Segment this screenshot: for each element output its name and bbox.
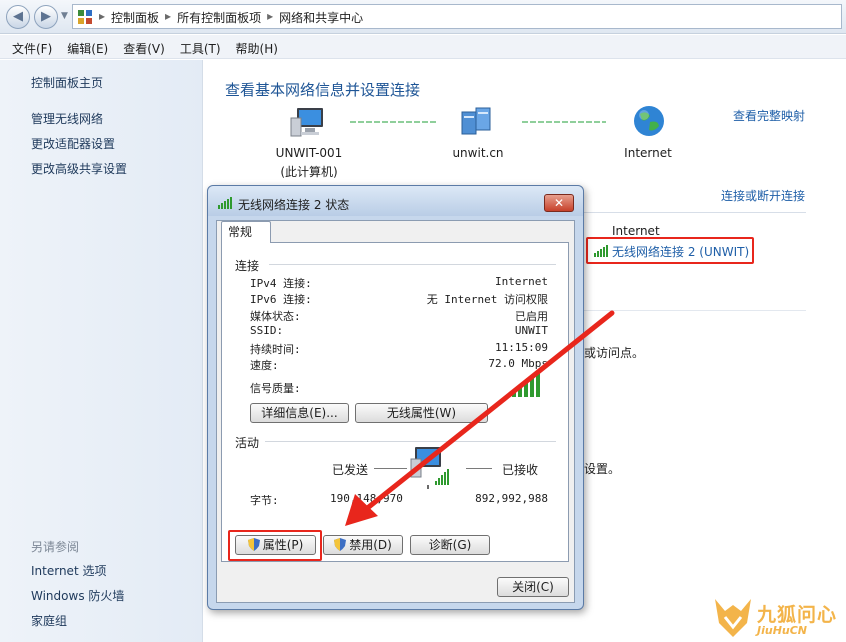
- bytes-label: 字节:: [250, 494, 279, 507]
- connection-group-label: 连接: [235, 259, 260, 273]
- duration-value: 11:15:09: [495, 341, 548, 354]
- activity-group-label: 活动: [235, 436, 260, 450]
- details-button[interactable]: 详细信息(E)...: [250, 403, 349, 423]
- menu-file[interactable]: 文件(F): [4, 35, 59, 58]
- network-link-line: [350, 121, 436, 123]
- ssid-value: UNWIT: [514, 324, 548, 337]
- address-bar: ◀ ▶ ▼ ▸ 控制面板 ▸ 所有控制面板项 ▸ 网络和共享中心: [0, 0, 846, 34]
- node-internet-name: Internet: [624, 146, 672, 160]
- disable-button-label: 禁用(D): [349, 538, 392, 552]
- control-panel-icon: [78, 10, 92, 24]
- connect-disconnect-link[interactable]: 连接或断开连接: [721, 187, 805, 204]
- address-field[interactable]: ▸ 控制面板 ▸ 所有控制面板项 ▸ 网络和共享中心: [72, 4, 842, 29]
- ssid-label: SSID:: [250, 324, 284, 337]
- group-divider: [265, 441, 556, 442]
- shield-icon: [334, 538, 347, 551]
- menu-edit[interactable]: 编辑(E): [59, 35, 115, 58]
- speed-value: 72.0 Mbps: [488, 357, 548, 370]
- breadcrumb: ▸ 控制面板 ▸ 所有控制面板项 ▸ 网络和共享中心: [99, 9, 364, 26]
- watermark-text: 九狐问心: [757, 604, 838, 626]
- activity-line: [374, 468, 407, 469]
- signal-bar: [518, 386, 522, 397]
- breadcrumb-item[interactable]: 控制面板: [111, 9, 159, 26]
- internet-options-link[interactable]: Internet 选项: [31, 562, 106, 579]
- tab-general[interactable]: 常规: [221, 221, 271, 243]
- sidebar-manage-wireless-link[interactable]: 管理无线网络: [31, 110, 103, 127]
- watermark-subtext: JiuHuCN: [757, 624, 808, 637]
- ipv6-label: IPv6 连接:: [250, 293, 312, 306]
- sidebar-home-link[interactable]: 控制面板主页: [31, 74, 103, 91]
- section-divider: [580, 212, 806, 213]
- close-button[interactable]: 关闭(C): [497, 577, 569, 597]
- network-icon: [461, 107, 491, 135]
- wireless-connection-link[interactable]: 无线网络连接 2 (UNWIT): [612, 243, 749, 260]
- menu-help[interactable]: 帮助(H): [228, 35, 285, 58]
- dialog-close-button[interactable]: ✕: [544, 194, 574, 212]
- menu-bar: 文件(F) 编辑(E) 查看(V) 工具(T) 帮助(H): [0, 35, 846, 59]
- view-full-map-link[interactable]: 查看完整映射: [733, 107, 805, 124]
- duration-label: 持续时间:: [250, 343, 301, 356]
- properties-button-label: 属性(P): [262, 538, 304, 552]
- signal-bar: [524, 381, 528, 397]
- signal-bar: [530, 376, 534, 397]
- forward-button[interactable]: ▶: [34, 5, 58, 29]
- partial-text: 或访问点。: [584, 346, 645, 360]
- sidebar-advanced-sharing-link[interactable]: 更改高级共享设置: [31, 160, 127, 177]
- menu-view[interactable]: 查看(V): [115, 35, 172, 58]
- windows-firewall-link[interactable]: Windows 防火墙: [31, 587, 124, 604]
- disable-button[interactable]: 禁用(D): [323, 535, 403, 555]
- properties-button[interactable]: 属性(P): [235, 535, 316, 555]
- partial-text: 设置。: [584, 462, 621, 476]
- page-title: 查看基本网络信息并设置连接: [225, 81, 421, 99]
- media-state-label: 媒体状态:: [250, 310, 301, 323]
- ipv4-value: Internet: [495, 275, 548, 288]
- ipv6-value: 无 Internet 访问权限: [426, 293, 548, 306]
- network-activity-icon: [410, 447, 449, 489]
- wifi-signal-icon: [218, 197, 232, 209]
- node-network-name: unwit.cn: [452, 146, 504, 160]
- sent-label: 已发送: [332, 463, 369, 477]
- general-tab-panel: 连接 IPv4 连接: Internet IPv6 连接: 无 Internet…: [221, 242, 569, 562]
- section-divider: [580, 310, 806, 311]
- see-also-header: 另请参阅: [31, 540, 80, 554]
- wireless-properties-button[interactable]: 无线属性(W): [355, 403, 488, 423]
- node-computer-sub: (此计算机): [280, 165, 338, 179]
- globe-icon: [634, 106, 664, 136]
- bytes-received-value: 892,992,988: [475, 492, 548, 505]
- speed-label: 速度:: [250, 359, 279, 372]
- sidebar-adapter-settings-link[interactable]: 更改适配器设置: [31, 135, 115, 152]
- computer-icon: [290, 108, 323, 137]
- back-button[interactable]: ◀: [6, 5, 30, 29]
- media-state-value: 已启用: [515, 310, 548, 323]
- ipv4-label: IPv4 连接:: [250, 277, 312, 290]
- bytes-sent-value: 190,148,970: [330, 492, 403, 505]
- signal-quality-icon: [512, 371, 540, 397]
- sidebar: 控制面板主页 管理无线网络 更改适配器设置 更改高级共享设置 另请参阅 Inte…: [0, 60, 203, 642]
- received-label: 已接收: [502, 463, 539, 477]
- homegroup-link[interactable]: 家庭组: [31, 612, 67, 629]
- node-computer-name: UNWIT-001: [275, 146, 343, 160]
- diagnose-button[interactable]: 诊断(G): [410, 535, 490, 555]
- network-link-line: [522, 121, 606, 123]
- history-dropdown-icon[interactable]: ▼: [61, 11, 68, 21]
- watermark-logo: [715, 599, 751, 637]
- signal-bar: [536, 371, 540, 397]
- menu-tools[interactable]: 工具(T): [172, 35, 228, 58]
- wireless-status-dialog: 无线网络连接 2 状态 ✕ 常规 连接 IPv4 连接: Internet IP…: [207, 185, 584, 610]
- breadcrumb-item[interactable]: 网络和共享中心: [279, 9, 363, 26]
- group-divider: [269, 264, 556, 265]
- signal-quality-label: 信号质量:: [250, 382, 301, 395]
- wifi-signal-icon: [594, 245, 608, 257]
- activity-line: [466, 468, 492, 469]
- shield-icon: [247, 538, 260, 551]
- dialog-titlebar[interactable]: 无线网络连接 2 状态 ✕: [208, 186, 583, 216]
- dialog-title: 无线网络连接 2 状态: [238, 198, 350, 212]
- signal-bar: [512, 391, 516, 397]
- access-type-value: Internet: [612, 224, 660, 238]
- breadcrumb-item[interactable]: 所有控制面板项: [177, 9, 261, 26]
